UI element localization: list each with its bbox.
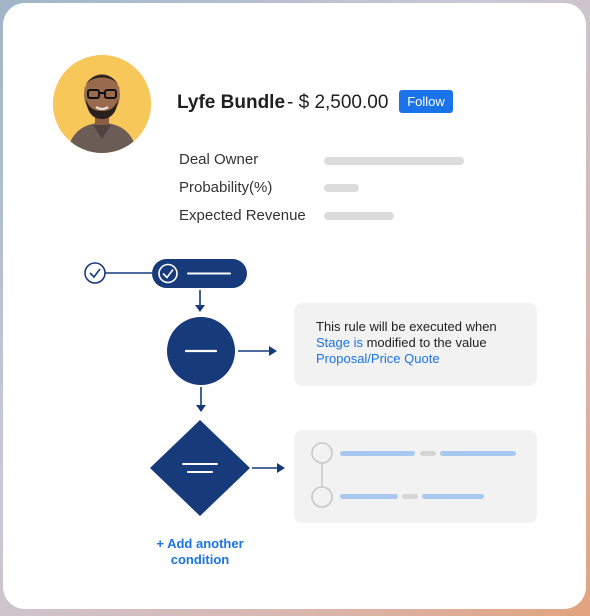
add-condition-link[interactable]: + Add another condition [140, 536, 260, 568]
conditions-placeholder [311, 442, 516, 508]
condition-step-circle [311, 486, 333, 508]
add-condition-line1: + Add another [156, 536, 244, 551]
add-condition-line2: condition [170, 552, 230, 567]
condition-step-circle [311, 442, 333, 464]
